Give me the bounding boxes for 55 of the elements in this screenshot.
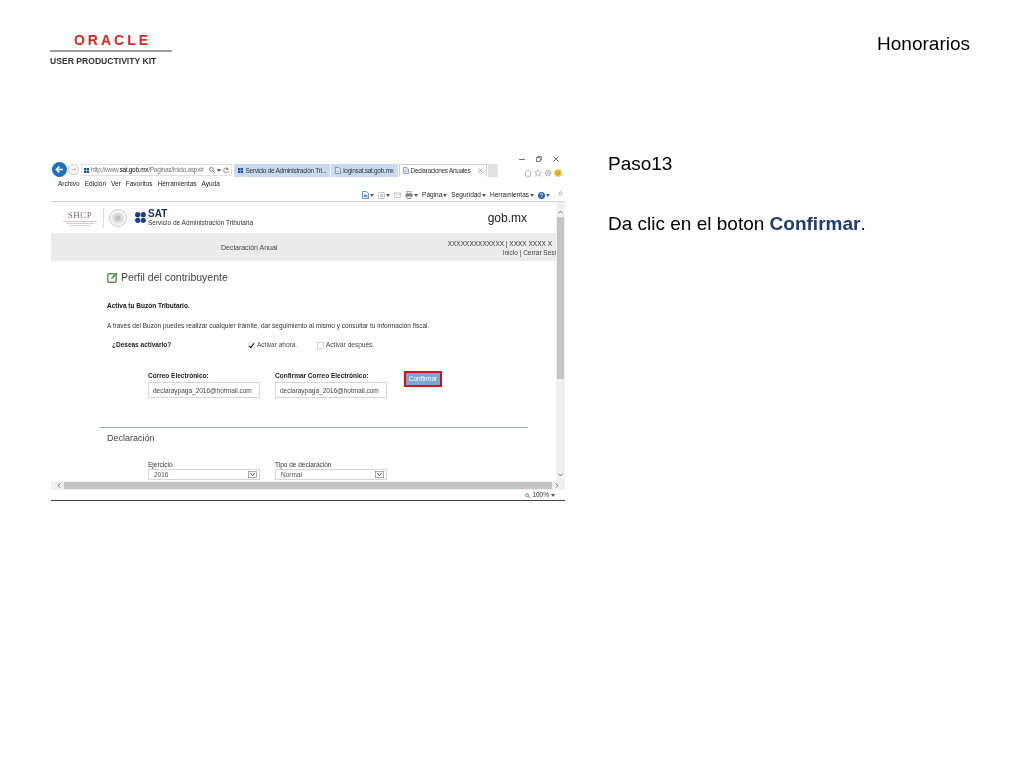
help-icon[interactable] [538, 191, 545, 199]
section-title: Declaración [107, 433, 155, 443]
sat-wordmark: SAT [148, 208, 168, 219]
scrollbar-thumb[interactable] [557, 217, 564, 379]
smiley-icon[interactable] [554, 169, 562, 177]
caret-icon [443, 193, 448, 197]
step-label: Paso13 [608, 153, 673, 175]
chevron-left-icon[interactable] [57, 483, 61, 488]
instruction-text: Da clic en el boton Confirmar. [608, 213, 866, 235]
close-icon[interactable] [553, 156, 559, 162]
close-icon[interactable] [478, 168, 484, 173]
horizontal-scrollbar[interactable] [51, 481, 565, 490]
vertical-scrollbar[interactable] [556, 202, 565, 481]
home-icon[interactable] [524, 169, 532, 177]
edit-icon [107, 272, 118, 283]
settings-icon[interactable] [544, 169, 552, 177]
star-icon[interactable] [534, 169, 542, 177]
magnifier-icon [525, 492, 531, 498]
caret-icon[interactable] [414, 193, 419, 197]
back-arrow-icon[interactable] [52, 162, 67, 177]
logo-tagline: USER PRODUCTIVITY KIT [50, 56, 157, 66]
page-icon [402, 167, 409, 174]
grid-icon [238, 168, 244, 173]
four-dots-icon [135, 212, 146, 223]
caret-icon [530, 193, 534, 197]
page-title: Honorarios [877, 33, 970, 55]
text-lines-drawing [63, 220, 97, 226]
shcp-wordmark: SHCP [67, 209, 93, 220]
chevron-up-icon[interactable] [558, 210, 563, 214]
mail-icon[interactable] [394, 192, 402, 198]
double-chevron-icon[interactable] [558, 190, 563, 196]
logo-wordmark: ORACLE [73, 33, 152, 47]
caret-icon [551, 493, 555, 497]
printer-icon[interactable] [405, 191, 414, 199]
scrollbar-thumb[interactable] [64, 482, 552, 489]
minimize-icon[interactable] [519, 156, 525, 162]
caret-icon[interactable] [546, 193, 550, 197]
caret-icon[interactable] [386, 193, 391, 197]
grid-icon [84, 167, 89, 173]
dropdown-arrow-icon [248, 471, 257, 478]
chevron-down-icon[interactable] [558, 473, 563, 477]
caret-icon[interactable] [217, 168, 222, 172]
restore-icon[interactable] [536, 156, 542, 162]
seal-icon [109, 208, 127, 227]
section-title: Perfil del contribuyente [121, 271, 228, 284]
checkbox[interactable] [248, 341, 255, 349]
search-icon[interactable] [209, 167, 216, 173]
caret-icon [482, 193, 486, 197]
checkbox[interactable] [317, 341, 324, 349]
site-wordmark: gob.mx [487, 210, 527, 225]
caret-icon[interactable] [370, 193, 375, 197]
chevron-right-icon[interactable] [555, 483, 559, 488]
forward-arrow-icon[interactable] [68, 164, 79, 175]
dropdown-arrow-icon [375, 471, 384, 478]
page-icon [335, 167, 342, 174]
